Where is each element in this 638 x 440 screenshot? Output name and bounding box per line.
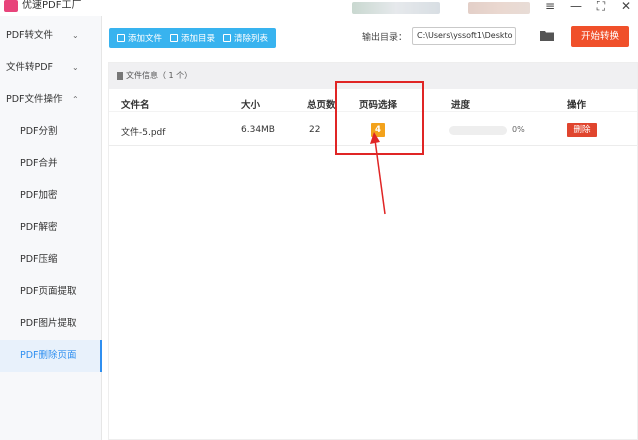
trash-icon bbox=[223, 34, 232, 42]
sidebar-item-label: PDF合并 bbox=[20, 158, 58, 169]
close-icon[interactable]: ✕ bbox=[617, 0, 635, 14]
folder-icon bbox=[170, 34, 179, 42]
sidebar-item-pdf-compress[interactable]: PDF压缩 bbox=[0, 244, 102, 276]
minimize-icon[interactable]: — bbox=[567, 0, 585, 14]
file-name-cell: 文件-5.pdf bbox=[121, 128, 166, 138]
column-header-pages: 总页数 bbox=[307, 100, 336, 111]
sidebar-item-label: PDF解密 bbox=[20, 222, 58, 233]
output-path-input[interactable]: C:\Users\yssoft1\Deskto bbox=[412, 27, 516, 45]
chevron-down-icon: ⌄ bbox=[72, 31, 79, 40]
chevron-up-icon: ⌃ bbox=[72, 95, 79, 104]
file-button-group: 添加文件 添加目录 清除列表 bbox=[109, 28, 277, 48]
column-header-filename: 文件名 bbox=[121, 100, 150, 111]
sidebar-item-label: 文件转PDF bbox=[6, 62, 54, 73]
sidebar-item-pdf-delete-pages[interactable]: PDF删除页面 bbox=[0, 340, 102, 372]
add-file-label: 添加文件 bbox=[128, 34, 163, 44]
sidebar-item-pdf-image-extract[interactable]: PDF图片提取 bbox=[0, 308, 102, 340]
delete-button[interactable]: 删除 bbox=[567, 123, 597, 137]
progress-bar bbox=[449, 126, 507, 135]
file-icon bbox=[117, 34, 125, 42]
document-icon bbox=[117, 71, 123, 80]
sidebar-item-pdf-encrypt[interactable]: PDF加密 bbox=[0, 180, 102, 212]
sidebar-item-label: PDF加密 bbox=[20, 190, 58, 201]
column-header-size: 大小 bbox=[241, 100, 261, 111]
sidebar-item-label: PDF压缩 bbox=[20, 254, 58, 265]
file-info-label: 文件信息（ 1 个） bbox=[126, 71, 193, 80]
maximize-icon[interactable]: ⛶ bbox=[592, 0, 610, 14]
menu-icon[interactable]: ≡ bbox=[541, 0, 559, 14]
column-header-progress: 进度 bbox=[451, 100, 471, 111]
add-directory-label: 添加目录 bbox=[181, 34, 216, 44]
sidebar-item-pdf-decrypt[interactable]: PDF解密 bbox=[0, 212, 102, 244]
output-directory-label: 输出目录： bbox=[362, 33, 408, 43]
sidebar-item-label: PDF文件操作 bbox=[6, 94, 63, 105]
add-file-button[interactable]: 添加文件 bbox=[113, 28, 166, 48]
blurred-user-info bbox=[352, 2, 440, 14]
app-title: 优速PDF工厂 bbox=[22, 0, 82, 11]
title-bar: 优速PDF工厂 ≡ — ⛶ ✕ bbox=[0, 0, 638, 16]
sidebar: PDF转文件 ⌄ 文件转PDF ⌄ PDF文件操作 ⌃ PDF分割 PDF合并 … bbox=[0, 16, 102, 440]
file-info-title: 文件信息（ 1 个） bbox=[117, 70, 192, 81]
sidebar-item-label: PDF转文件 bbox=[6, 30, 54, 41]
file-size-cell: 6.34MB bbox=[241, 125, 275, 135]
app-logo-icon bbox=[4, 0, 18, 12]
sidebar-item-pdf-page-extract[interactable]: PDF页面提取 bbox=[0, 276, 102, 308]
sidebar-item-pdf-to-file[interactable]: PDF转文件 ⌄ bbox=[0, 20, 102, 52]
sidebar-item-pdf-merge[interactable]: PDF合并 bbox=[0, 148, 102, 180]
sidebar-item-label: PDF删除页面 bbox=[20, 350, 77, 361]
annotation-arrow-icon bbox=[370, 132, 386, 215]
clear-list-label: 清除列表 bbox=[234, 34, 269, 44]
sidebar-item-pdf-operations[interactable]: PDF文件操作 ⌃ bbox=[0, 84, 102, 116]
total-pages-cell: 22 bbox=[309, 125, 321, 135]
sidebar-item-label: PDF页面提取 bbox=[20, 286, 77, 297]
progress-percent: 0% bbox=[512, 125, 525, 134]
sidebar-item-pdf-split[interactable]: PDF分割 bbox=[0, 116, 102, 148]
sidebar-item-label: PDF分割 bbox=[20, 126, 58, 137]
sidebar-item-label: PDF图片提取 bbox=[20, 318, 77, 329]
add-directory-button[interactable]: 添加目录 bbox=[166, 28, 219, 48]
folder-browse-icon[interactable] bbox=[540, 30, 554, 41]
sidebar-item-file-to-pdf[interactable]: 文件转PDF ⌄ bbox=[0, 52, 102, 84]
blurred-account bbox=[468, 2, 530, 14]
start-convert-button[interactable]: 开始转换 bbox=[571, 26, 629, 47]
column-header-action: 操作 bbox=[567, 100, 587, 111]
chevron-down-icon: ⌄ bbox=[72, 63, 79, 72]
clear-list-button[interactable]: 清除列表 bbox=[219, 28, 272, 48]
